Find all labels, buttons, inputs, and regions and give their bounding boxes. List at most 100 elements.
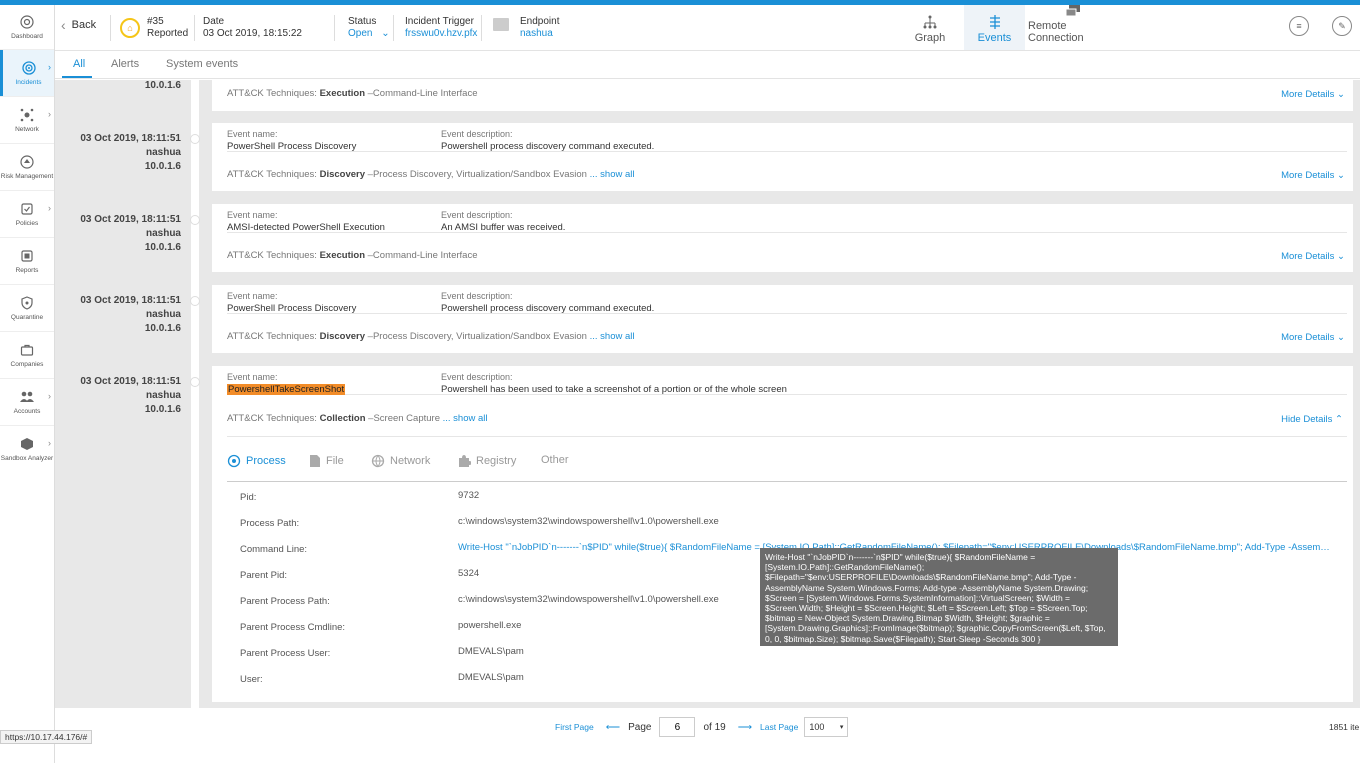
tab-registry[interactable]: Registry — [457, 454, 516, 468]
incident-date: 03 Oct 2019, 18:15:22 — [203, 28, 302, 39]
tab-system-events[interactable]: System events — [166, 58, 238, 70]
event-card: Event name: PowerShell Process Discovery… — [212, 123, 1353, 191]
event-name: AMSI-detected PowerShell Execution — [227, 222, 385, 233]
event-description: Powershell process discovery command exe… — [441, 303, 655, 314]
attck-techniques: ATT&CK Techniques: Execution –Command-Li… — [227, 250, 478, 261]
nav-reports[interactable]: Reports — [0, 238, 54, 284]
quarantine-icon — [19, 295, 35, 311]
event-name: PowerShell Process Discovery — [227, 141, 357, 152]
chevron-right-icon: › — [48, 391, 51, 401]
dashboard-icon — [19, 14, 35, 30]
last-page-link[interactable]: Last Page — [760, 722, 798, 732]
event-ip: 10.0.1.6 — [144, 80, 181, 91]
sandbox-icon — [19, 436, 35, 452]
status-dropdown[interactable]: Open ⌄ — [348, 28, 390, 40]
detail-tabs: Process File Network Registry Other — [227, 446, 1347, 482]
chevron-right-icon: › — [48, 203, 51, 213]
attck-techniques: ATT&CK Techniques: Discovery –Process Di… — [227, 331, 635, 342]
nav-incidents[interactable]: Incidents › — [0, 50, 54, 96]
nav-companies[interactable]: Companies — [0, 332, 54, 378]
graph-icon — [923, 14, 937, 30]
event-card: Event name: PowerShell Process Discovery… — [212, 285, 1353, 353]
incident-id: #35 — [147, 16, 164, 27]
events-timeline: 10.0.1.6 ATT&CK Techniques: Execution –C… — [55, 80, 1360, 708]
nav-sandbox-analyzer[interactable]: Sandbox Analyzer › — [0, 426, 54, 472]
prev-page-icon[interactable]: ⟵ — [606, 722, 620, 733]
status-bar-url: https://10.17.44.176/# — [0, 730, 93, 744]
chevron-left-icon: ‹ — [61, 17, 66, 33]
nav-dashboard[interactable]: Dashboard — [0, 5, 54, 49]
tab-alerts[interactable]: Alerts — [111, 58, 139, 70]
policies-icon — [19, 201, 35, 217]
remote-connection-icon — [1065, 4, 1081, 18]
tab-file[interactable]: File — [309, 454, 344, 468]
accounts-icon — [19, 389, 35, 405]
event-meta: 03 Oct 2019, 18:11:51 nashua 10.0.1.6 — [80, 214, 181, 253]
event-card-expanded: Event name: PowershellTakeScreenShot Eve… — [212, 366, 1353, 702]
event-meta: 03 Oct 2019, 18:11:51 nashua 10.0.1.6 — [80, 133, 181, 172]
reports-icon — [19, 248, 35, 264]
nav-risk-management[interactable]: Risk Management — [0, 144, 54, 190]
risk-icon — [19, 154, 35, 170]
process-icon — [227, 454, 241, 468]
tab-other[interactable]: Other — [541, 454, 569, 466]
nav-network[interactable]: Network › — [0, 97, 54, 143]
event-meta: 03 Oct 2019, 18:11:51 nashua 10.0.1.6 — [80, 376, 181, 415]
incident-trigger-link[interactable]: frsswu0v.hzv.pfx — [405, 28, 477, 40]
show-all-link[interactable]: ... show all — [443, 413, 488, 424]
more-details-link[interactable]: More Details ⌄ — [1281, 89, 1345, 100]
chevron-down-icon: ⌄ — [381, 28, 390, 39]
left-nav: Dashboard Incidents › Network › Risk Man… — [0, 5, 55, 763]
nav-policies[interactable]: Policies › — [0, 191, 54, 237]
nav-quarantine[interactable]: Quarantine — [0, 285, 54, 331]
event-card: Event name: AMSI-detected PowerShell Exe… — [212, 204, 1353, 272]
page-number-input[interactable] — [659, 717, 696, 737]
more-details-link[interactable]: More Details ⌄ — [1281, 332, 1345, 343]
info-icon[interactable]: ≡ — [1289, 16, 1309, 36]
globe-icon — [371, 454, 385, 468]
events-icon — [988, 14, 1002, 30]
event-name: PowerShell Process Discovery — [227, 303, 357, 314]
nav-accounts[interactable]: Accounts › — [0, 379, 54, 425]
per-page-select[interactable]: 100 ▾ — [804, 717, 849, 737]
event-description: An AMSI buffer was received. — [441, 222, 566, 233]
endpoint-icon — [493, 18, 509, 31]
tab-all[interactable]: All — [73, 58, 85, 70]
show-all-link[interactable]: ... show all — [590, 331, 635, 342]
tab-remote-connection[interactable]: Remote Connection — [1028, 5, 1118, 50]
timeline-dot — [190, 377, 200, 387]
timeline-dot — [190, 296, 200, 306]
more-details-link[interactable]: More Details ⌄ — [1281, 170, 1345, 181]
more-details-link[interactable]: More Details ⌄ — [1281, 251, 1345, 262]
endpoint-link[interactable]: nashua — [520, 28, 559, 40]
incidents-icon — [21, 60, 37, 76]
first-page-link[interactable]: First Page — [555, 722, 594, 732]
incident-state: Reported — [147, 28, 189, 39]
incident-header: ‹ Back ⌂ #35 Reported Date 03 Oct 2019, … — [55, 5, 1360, 51]
show-all-link[interactable]: ... show all — [590, 169, 635, 180]
back-button[interactable]: ‹ Back — [61, 17, 96, 33]
tab-graph[interactable]: Graph — [905, 5, 955, 50]
network-icon — [19, 107, 35, 123]
edit-icon[interactable]: ✎ — [1332, 16, 1352, 36]
chevron-right-icon: › — [48, 438, 51, 448]
chevron-right-icon: › — [48, 109, 51, 119]
hide-details-link[interactable]: Hide Details ⌃ — [1281, 414, 1343, 425]
companies-icon — [19, 342, 35, 358]
chevron-right-icon: › — [48, 62, 51, 72]
attck-techniques: ATT&CK Techniques: Collection –Screen Ca… — [227, 413, 488, 424]
tab-events[interactable]: Events — [964, 5, 1025, 50]
event-description: Powershell has been used to take a scree… — [441, 384, 787, 395]
next-page-icon[interactable]: ⟶ — [738, 722, 752, 733]
command-line-tooltip: Write-Host "`nJobPID`n-------`n$PID" whi… — [760, 548, 1118, 646]
tab-process[interactable]: Process — [227, 454, 286, 468]
attck-techniques: ATT&CK Techniques: Discovery –Process Di… — [227, 169, 635, 180]
incident-status-icon: ⌂ — [120, 18, 140, 38]
pagination-bar: First Page ⟵ Page of 19 ⟶ Last Page 100▾… — [55, 708, 1360, 748]
tab-network[interactable]: Network — [371, 454, 430, 468]
timeline-dot — [190, 134, 200, 144]
total-items: 1851 ite — [1329, 722, 1360, 732]
puzzle-icon — [459, 455, 471, 467]
event-description: Powershell process discovery command exe… — [441, 141, 655, 152]
event-meta: 03 Oct 2019, 18:11:51 nashua 10.0.1.6 — [80, 295, 181, 334]
